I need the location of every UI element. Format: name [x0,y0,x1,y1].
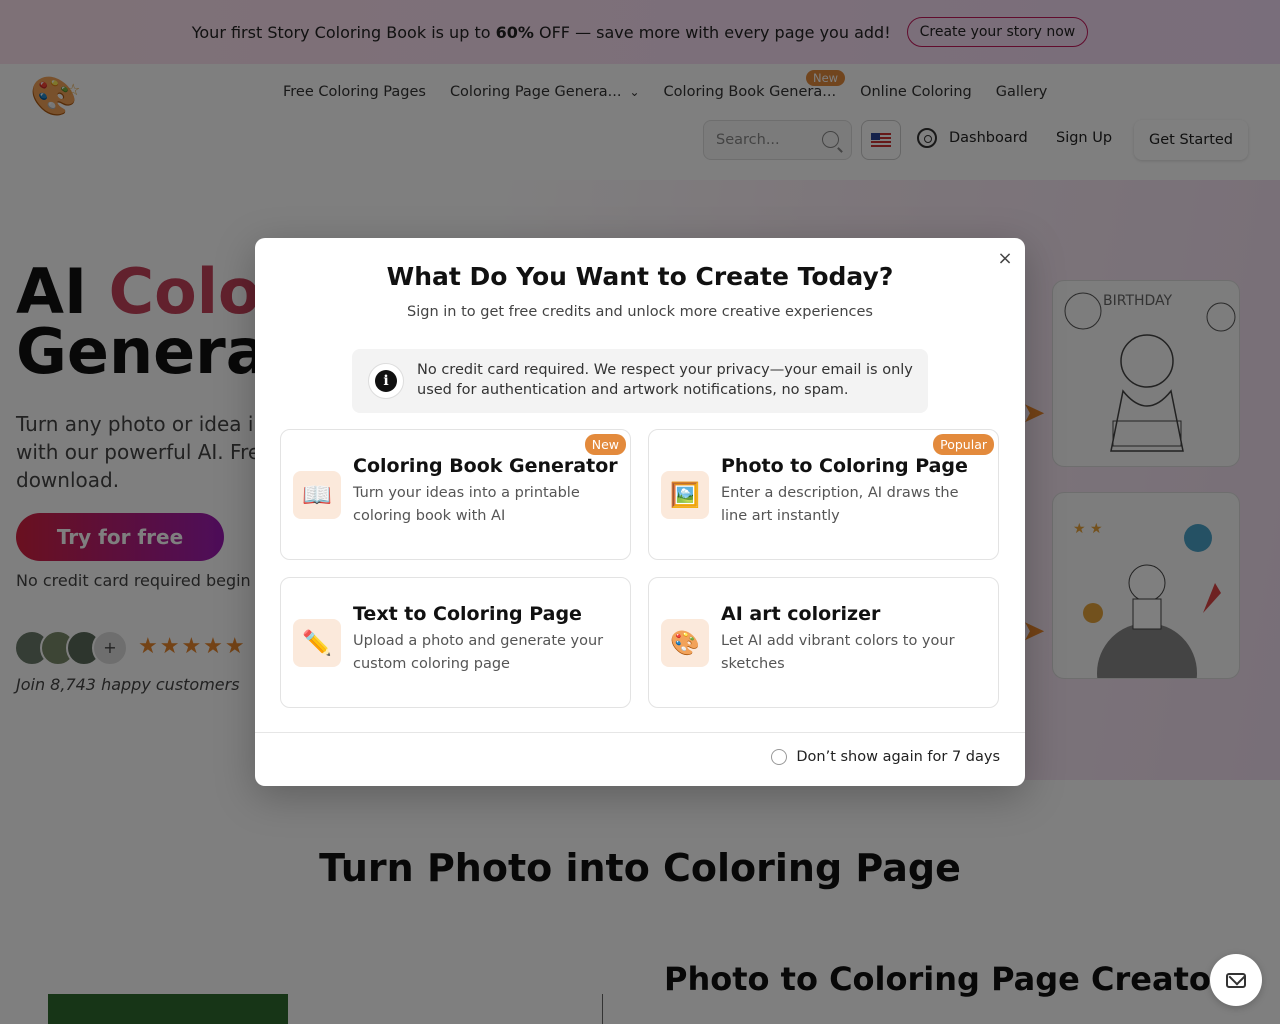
dont-show-again-label: Don’t show again for 7 days [796,749,1000,765]
privacy-notice-text: No credit card required. We respect your… [417,362,913,398]
popular-badge: Popular [933,434,994,455]
modal-subtitle: Sign in to get free credits and unlock m… [407,304,873,320]
modal-title: What Do You Want to Create Today? [386,262,894,291]
card-description: Turn your ideas into a printable colorin… [353,485,580,524]
book-icon: 📖 [293,471,341,519]
picture-icon: 🖼️ [661,471,709,519]
dont-show-again-option[interactable]: Don’t show again for 7 days [771,749,1000,765]
mail-icon [1226,972,1246,988]
card-title: Photo to Coloring Page [721,455,968,477]
chat-button[interactable] [1210,954,1262,1006]
privacy-notice: i No credit card required. We respect yo… [352,349,928,413]
card-description: Upload a photo and generate your custom … [353,633,604,672]
card-title: AI art colorizer [721,603,881,625]
coloring-book-generator-card[interactable]: 📖 Coloring Book Generator Turn your idea… [280,429,631,560]
palette-icon: 🎨 [661,619,709,667]
new-badge: New [584,434,626,455]
card-title: Coloring Book Generator [353,455,618,477]
card-description: Let AI add vibrant colors to your sketch… [721,633,955,672]
create-modal: × What Do You Want to Create Today? Sign… [255,238,1025,786]
photo-to-coloring-page-card[interactable]: 🖼️ Photo to Coloring Page Enter a descri… [648,429,999,560]
divider [255,732,1025,733]
ai-art-colorizer-card[interactable]: 🎨 AI art colorizer Let AI add vibrant co… [648,577,999,708]
info-icon: i [368,363,404,399]
card-description: Enter a description, AI draws the line a… [721,485,959,524]
pencil-icon: ✏️ [293,619,341,667]
card-title: Text to Coloring Page [353,603,582,625]
dont-show-again-checkbox[interactable] [771,749,788,765]
text-to-coloring-page-card[interactable]: ✏️ Text to Coloring Page Upload a photo … [280,577,631,708]
